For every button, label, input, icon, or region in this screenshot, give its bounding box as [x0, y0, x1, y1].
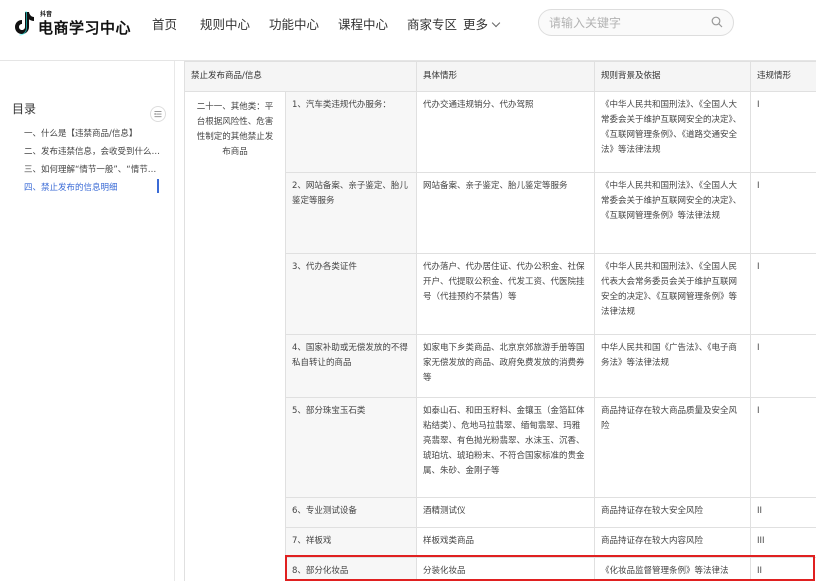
top-header: 抖音 电商学习中心 首页 规则中心 功能中心 课程中心 商家专区 更多: [0, 0, 816, 46]
detail-cell: 代办交通违规销分、代办驾照: [416, 91, 595, 173]
basis-cell: 中华人民共和国《广告法》、《电子商务法》等法律法规: [594, 334, 751, 398]
item-cell: 6、专业测试设备: [285, 497, 417, 528]
detail-cell: 分装化妆品: [416, 557, 595, 581]
nav-features[interactable]: 功能中心: [269, 14, 319, 33]
header-item: 禁止发布商品/信息: [184, 61, 417, 92]
toc-item-2[interactable]: 二、发布违禁信息，会收受到什么处罚: [24, 143, 164, 161]
level-cell: II: [750, 497, 816, 528]
header-basis: 规则背景及依据: [594, 61, 751, 92]
table-of-contents: 目录 一、什么是【违禁商品/信息】 二、发布违禁信息，会收受到什么处罚 三、如何…: [0, 61, 175, 581]
table-header-row: 禁止发布商品/信息 具体情形 规则背景及依据 违规情形: [184, 61, 816, 92]
level-cell: I: [750, 253, 816, 335]
basis-cell: 《中华人民共和国刑法》、《全国人大常委会关于维护互联网安全的决定》、《互联网管理…: [594, 172, 751, 254]
detail-cell: 样板戏类商品: [416, 527, 595, 558]
search-input[interactable]: [549, 14, 699, 32]
content-table-wrap: 禁止发布商品/信息 具体情形 规则背景及依据 违规情形 二十一、其他类：平台根据…: [184, 61, 816, 581]
level-cell: II: [750, 557, 816, 581]
header-level: 违规情形: [750, 61, 816, 92]
basis-cell: 《中华人民共和国刑法》、《全国人民代表大会常务委员会关于维护互联网安全的决定》、…: [594, 253, 751, 335]
level-cell: I: [750, 91, 816, 173]
detail-cell: 如泰山石、和田玉籽料、金镶玉（金箔缸体粘结类）、危地马拉翡翠、缅甸翡翠、玛雅亮翡…: [416, 397, 595, 498]
level-cell: I: [750, 397, 816, 498]
item-cell: 5、部分珠宝玉石类: [285, 397, 417, 498]
nav-more[interactable]: 更多: [463, 14, 501, 33]
site-logo[interactable]: 抖音 电商学习中心: [10, 8, 140, 40]
toc-item-3[interactable]: 三、如何理解“情节一般”、“情节严重”: [24, 161, 164, 179]
item-cell: 4、国家补助或无偿发放的不得私自转让的商品: [285, 334, 417, 398]
table-row: 二十一、其他类：平台根据风险性、危害性制定的其他禁止发布商品 1、汽车类违规代办…: [184, 91, 816, 581]
toc-title: 目录: [12, 102, 37, 116]
basis-cell: 商品持证存在较大内容风险: [594, 527, 751, 558]
toc-list: 一、什么是【违禁商品/信息】 二、发布违禁信息，会收受到什么处罚 三、如何理解“…: [24, 125, 164, 197]
detail-cell: 网站备案、亲子鉴定、胎儿鉴定等服务: [416, 172, 595, 254]
nav-rules[interactable]: 规则中心: [200, 14, 250, 33]
item-cell: 2、网站备案、亲子鉴定、胎儿鉴定等服务: [285, 172, 417, 254]
basis-cell: 《化妆品监督管理条例》等法律法: [594, 557, 751, 581]
prohibited-items-table: 禁止发布商品/信息 具体情形 规则背景及依据 违规情形 二十一、其他类：平台根据…: [184, 61, 816, 581]
logo-text: 电商学习中心: [38, 19, 132, 37]
category-cell: 二十一、其他类：平台根据风险性、危害性制定的其他禁止发布商品: [184, 91, 286, 581]
item-cell: 8、部分化妆品: [285, 557, 417, 581]
level-cell: I: [750, 172, 816, 254]
item-cell: 7、祥板戏: [285, 527, 417, 558]
nav-home[interactable]: 首页: [152, 14, 177, 33]
basis-cell: 商品持证存在较大安全风险: [594, 497, 751, 528]
basis-cell: 《中华人民共和国刑法》、《全国人大常委会关于维护互联网安全的决定》、《互联网管理…: [594, 91, 751, 173]
detail-cell: 代办落户、代办居住证、代办公积金、社保开户、代提取公积金、代发工资、代医院挂号（…: [416, 253, 595, 335]
nav-more-label: 更多: [463, 17, 489, 32]
toc-active-marker: [157, 179, 159, 193]
douyin-logo-icon: [15, 11, 34, 36]
nav-courses[interactable]: 课程中心: [338, 14, 388, 33]
search-box[interactable]: [538, 9, 734, 36]
search-icon[interactable]: [711, 16, 723, 28]
toc-collapse-icon[interactable]: [150, 106, 166, 122]
detail-cell: 酒精测试仪: [416, 497, 595, 528]
header-detail: 具体情形: [416, 61, 595, 92]
item-cell: 3、代办各类证件: [285, 253, 417, 335]
level-cell: III: [750, 527, 816, 558]
detail-cell: 如家电下乡类商品、北京京郊旅游手册等国家无偿发放的商品、政府免费发放的消费券等: [416, 334, 595, 398]
toc-item-1[interactable]: 一、什么是【违禁商品/信息】: [24, 125, 164, 143]
basis-cell: 商品持证存在较大商品质量及安全风险: [594, 397, 751, 498]
toc-item-4[interactable]: 四、禁止发布的信息明细: [24, 179, 164, 197]
nav-merchant[interactable]: 商家专区: [407, 14, 457, 33]
item-cell: 1、汽车类违规代办服务：: [285, 91, 417, 173]
chevron-down-icon: [491, 18, 501, 28]
level-cell: I: [750, 334, 816, 398]
